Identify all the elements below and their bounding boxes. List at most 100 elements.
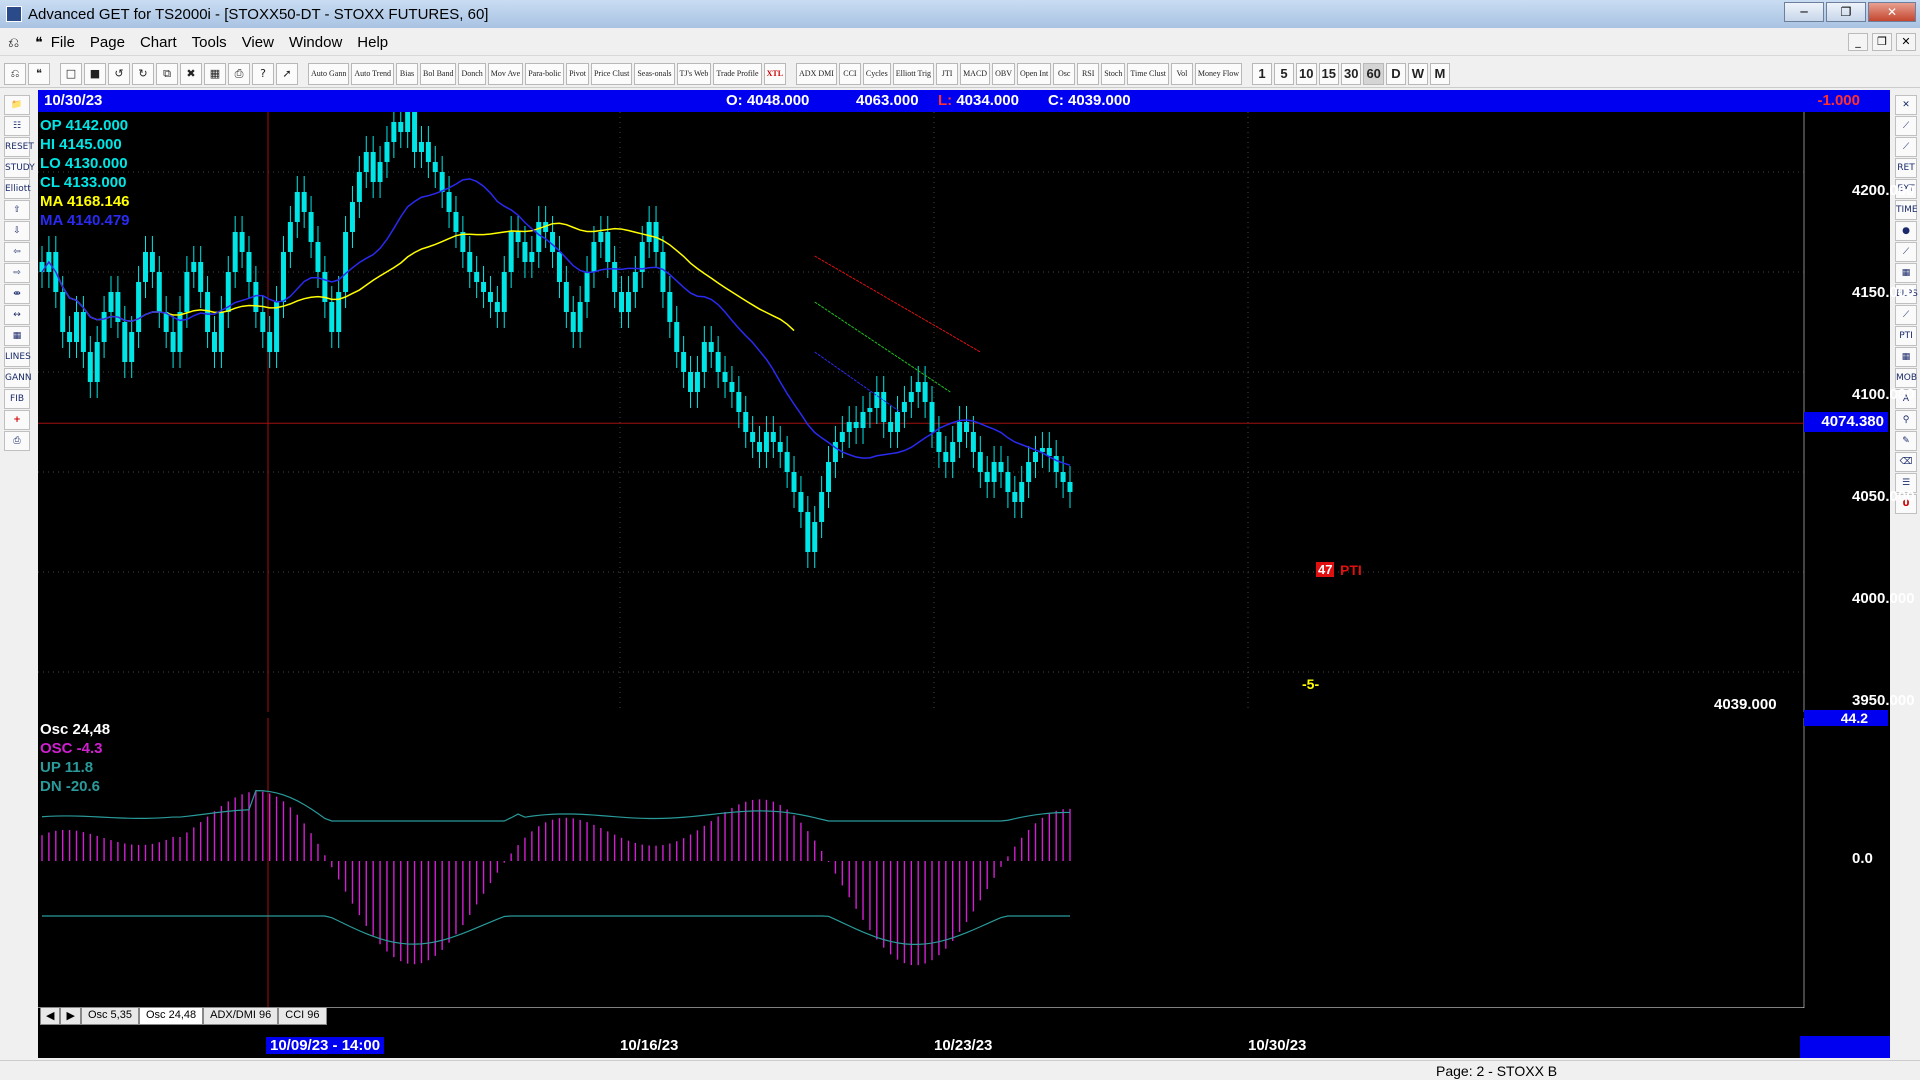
quote-icon[interactable]: ❝ — [35, 35, 43, 51]
tab-osc-5-35[interactable]: Osc 5,35 — [80, 1007, 139, 1025]
study-button-pivot[interactable]: Pivot — [566, 62, 589, 85]
tab-next-icon[interactable]: ▶ — [60, 1007, 81, 1025]
mdi-close-button[interactable]: ✕ — [1896, 33, 1916, 51]
menu-page[interactable]: Page — [90, 34, 125, 51]
study-button-open-int[interactable]: Open Int — [1016, 62, 1052, 85]
study-button-macd[interactable]: MACD — [960, 62, 991, 85]
fib-time-button[interactable]: TIME — [1895, 200, 1918, 220]
menu-help[interactable]: Help — [357, 34, 388, 51]
study-button[interactable]: STUDY — [4, 158, 35, 178]
study-button-jti[interactable]: JTI — [936, 62, 959, 85]
arrow-left-icon[interactable]: ⇦ — [4, 242, 30, 262]
study-button-price-clust[interactable]: Price Clust — [590, 62, 633, 85]
menu-chart[interactable]: Chart — [140, 34, 177, 51]
oscillator-chart[interactable] — [38, 718, 1890, 1008]
study-button-stoch[interactable]: Stoch — [1101, 62, 1126, 85]
compress-icon[interactable]: ⇼ — [4, 284, 30, 304]
menu-file[interactable]: File — [51, 34, 75, 51]
reset-button[interactable]: RESET — [4, 137, 34, 157]
study-button-para-bolic[interactable]: Para-bolic — [525, 62, 565, 85]
study-button-cci[interactable]: CCI — [838, 62, 861, 85]
elliott-button[interactable]: Elliott — [4, 179, 31, 199]
copy-icon[interactable]: ⧉ — [156, 62, 178, 85]
pti-button[interactable]: PTI — [1895, 326, 1917, 346]
crosshair-icon[interactable]: + — [4, 410, 30, 430]
menu-view[interactable]: View — [242, 34, 274, 51]
study-button-auto-gann[interactable]: Auto Gann — [308, 62, 350, 85]
mdi-minimize-button[interactable]: _ — [1848, 33, 1868, 51]
spiral-icon[interactable]: ● — [1895, 221, 1917, 241]
tab-prev-icon[interactable]: ◀ — [40, 1007, 61, 1025]
magnify-icon[interactable]: ⚲ — [1895, 410, 1917, 430]
help-icon[interactable]: ? — [252, 62, 274, 85]
maximize-button[interactable]: ❐ — [1826, 2, 1866, 22]
context-help-icon[interactable]: ➚ — [276, 62, 298, 85]
lines-button[interactable]: LINES — [4, 347, 31, 367]
fib-ret-button[interactable]: RET — [1895, 158, 1917, 178]
arrow-up-icon[interactable]: ⇧ — [4, 200, 30, 220]
marker-icon[interactable]: ✎ — [1895, 431, 1917, 451]
menu-tools[interactable]: Tools — [192, 34, 227, 51]
open-folder-icon[interactable]: 📁 — [4, 95, 30, 115]
grid-icon[interactable]: ▦ — [204, 62, 226, 85]
gann-button[interactable]: GANN — [4, 368, 32, 388]
back-icon[interactable]: ↺ — [108, 62, 130, 85]
period-button-m[interactable]: M — [1429, 62, 1450, 85]
study-button-vol[interactable]: Vol — [1170, 62, 1193, 85]
fib-button[interactable]: FIB — [4, 389, 30, 409]
study-button-money-flow[interactable]: Money Flow — [1194, 62, 1243, 85]
study-button-mov-ave[interactable]: Mov Ave — [487, 62, 524, 85]
price-chart[interactable] — [38, 112, 1890, 712]
trendline-icon[interactable]: ⟋ — [1895, 116, 1917, 136]
period-button-10[interactable]: 10 — [1296, 62, 1317, 85]
study-button-trade-profile[interactable]: Trade Profile — [713, 62, 762, 85]
fan-icon[interactable]: ⟋ — [1895, 242, 1917, 262]
period-button-15[interactable]: 15 — [1318, 62, 1339, 85]
pin-tool-icon[interactable]: ⎌ — [4, 62, 26, 85]
study-button-auto-trend[interactable]: Auto Trend — [351, 62, 395, 85]
time-scroll-thumb[interactable] — [1800, 1036, 1890, 1058]
period-button-60[interactable]: 60 — [1363, 62, 1384, 85]
delete-icon[interactable]: ✖ — [180, 62, 202, 85]
period-button-30[interactable]: 30 — [1340, 62, 1362, 85]
oscillator-panel[interactable]: Osc 24,48 OSC -4.3 UP 11.8 DN -20.6 44.2… — [38, 710, 1890, 1008]
study-button-tj-s-web[interactable]: TJ's Web — [676, 62, 712, 85]
period-button-1[interactable]: 1 — [1252, 62, 1273, 85]
grid-toggle-icon[interactable]: ▦ — [4, 326, 30, 346]
tab-osc-24-48[interactable]: Osc 24,48 — [138, 1007, 204, 1025]
open-page-icon[interactable]: ■ — [84, 62, 106, 85]
arrow-down-icon[interactable]: ⇩ — [4, 221, 30, 241]
tab-cci[interactable]: CCI 96 — [278, 1007, 327, 1025]
cancel-tool-icon[interactable]: ✕ — [1895, 95, 1917, 115]
quote-tool-icon[interactable]: ❝ — [28, 62, 50, 85]
expand-icon[interactable]: ↔ — [4, 305, 30, 325]
study-button-cycles[interactable]: Cycles — [862, 62, 891, 85]
print-chart-icon[interactable]: ⎙ — [4, 431, 30, 451]
study-button-osc[interactable]: Osc — [1053, 62, 1076, 85]
line-icon[interactable]: ⟋ — [1895, 137, 1917, 157]
print-icon[interactable]: ⎙ — [228, 62, 250, 85]
study-button-elliott-trig[interactable]: Elliott Trig — [892, 62, 935, 85]
menu-window[interactable]: Window — [289, 34, 342, 51]
eraser-icon[interactable]: ⌫ — [1895, 452, 1917, 472]
minimize-button[interactable]: ─ — [1784, 2, 1824, 22]
zoom-tool-icon[interactable]: ☷ — [4, 116, 30, 136]
study-button-bias[interactable]: Bias — [396, 62, 419, 85]
channel-icon[interactable]: ▦ — [1895, 263, 1917, 283]
chart-window[interactable]: 10/30/23 O: 4048.000 4063.000 L: 4034.00… — [38, 90, 1915, 1040]
period-button-5[interactable]: 5 — [1274, 62, 1295, 85]
mdi-restore-button[interactable]: ❐ — [1872, 33, 1892, 51]
pitchfork-icon[interactable]: ⟋ — [1895, 305, 1917, 325]
forward-icon[interactable]: ↻ — [132, 62, 154, 85]
study-button-adx-dmi[interactable]: ADX DMI — [796, 62, 837, 85]
period-button-w[interactable]: W — [1407, 62, 1428, 85]
study-button-seas-onals[interactable]: Seas-onals — [634, 62, 675, 85]
tab-adx-dmi[interactable]: ADX/DMI 96 — [203, 1007, 279, 1025]
study-button-bol-band[interactable]: Bol Band — [420, 62, 457, 85]
pin-icon[interactable]: ⎌ — [8, 35, 19, 51]
study-button-donch[interactable]: Donch — [458, 62, 486, 85]
study-button-obv[interactable]: OBV — [992, 62, 1015, 85]
mob-button[interactable]: MOB — [1895, 368, 1917, 388]
period-button-d[interactable]: D — [1385, 62, 1406, 85]
study-button-rsi[interactable]: RSI — [1077, 62, 1100, 85]
